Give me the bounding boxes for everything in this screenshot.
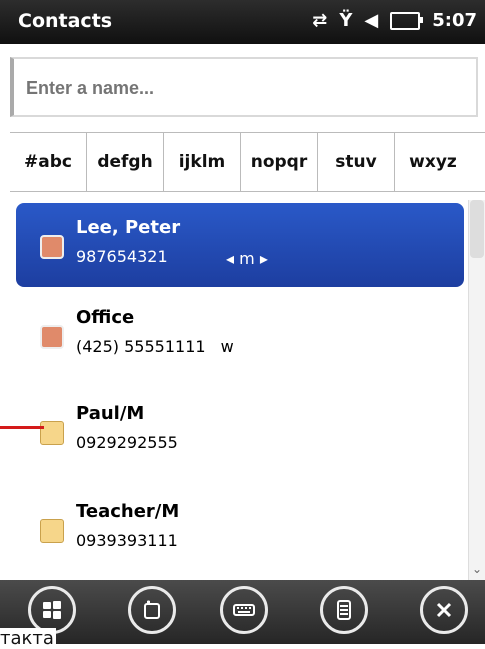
keyboard-icon[interactable] xyxy=(220,586,268,634)
close-icon[interactable] xyxy=(420,586,468,634)
tab-wxyz[interactable]: wxyz xyxy=(395,133,471,191)
tab-ijklm[interactable]: ijklm xyxy=(164,133,241,191)
contact-person-icon xyxy=(40,235,64,259)
contact-phone: 987654321 xyxy=(76,247,168,266)
phone-type-tag: w xyxy=(220,337,234,356)
contact-name: Paul/M xyxy=(76,403,145,424)
phone-type-tag: ◂ m ▸ xyxy=(226,249,268,268)
tab-defgh[interactable]: defgh xyxy=(87,133,164,191)
contact-name: Teacher/M xyxy=(76,501,180,522)
chevron-down-icon[interactable]: ⌄ xyxy=(469,562,485,580)
signal-icon: Ÿ xyxy=(339,9,353,31)
contact-row-office[interactable]: Office (425) 55551111 w xyxy=(16,293,464,377)
contact-name: Office xyxy=(76,307,135,328)
contact-row-teacher[interactable]: Teacher/M 0939393111 xyxy=(16,487,464,571)
contact-phone: 0939393111 xyxy=(76,531,178,550)
caption-text: такта xyxy=(0,628,56,649)
tab-abc[interactable]: #abc xyxy=(10,133,87,191)
contact-phone: 0929292555 xyxy=(76,433,178,452)
left-arrow-icon[interactable]: ◂ xyxy=(226,249,234,268)
windows-start-icon[interactable] xyxy=(28,586,76,634)
annotation-line xyxy=(0,426,44,429)
contact-row-lee-peter[interactable]: Lee, Peter 987654321 ◂ m ▸ xyxy=(16,203,464,287)
search-box[interactable] xyxy=(10,57,485,117)
new-contact-icon[interactable] xyxy=(128,586,176,634)
contact-name: Lee, Peter xyxy=(76,217,181,238)
bottom-toolbar xyxy=(0,580,485,644)
scrollbar-thumb[interactable] xyxy=(470,200,484,258)
tab-stuv[interactable]: stuv xyxy=(318,133,395,191)
contact-row-paul[interactable]: Paul/M 0929292555 xyxy=(16,389,464,473)
app-title: Contacts xyxy=(18,10,113,32)
contact-person-icon xyxy=(40,325,64,349)
volume-icon: ◀ xyxy=(364,9,379,31)
sim-contact-icon xyxy=(40,519,64,543)
status-icons: ⇄ Ÿ ◀ 5:07 xyxy=(312,10,477,31)
alphabet-tabs: #abc defgh ijklm nopqr stuv wxyz xyxy=(10,132,485,192)
list-scrollbar[interactable]: ⌄ xyxy=(468,200,485,580)
right-arrow-icon[interactable]: ▸ xyxy=(260,249,268,268)
top-status-bar: Contacts ⇄ Ÿ ◀ 5:07 xyxy=(0,0,485,44)
time-display: 5:07 xyxy=(432,10,477,31)
network-sync-icon: ⇄ xyxy=(312,9,328,31)
menu-icon[interactable] xyxy=(320,586,368,634)
battery-icon xyxy=(390,11,424,30)
sim-contact-icon xyxy=(40,421,64,445)
contact-list: Lee, Peter 987654321 ◂ m ▸ Office (425) … xyxy=(0,195,485,585)
search-input[interactable] xyxy=(14,59,485,117)
tab-nopqr[interactable]: nopqr xyxy=(241,133,318,191)
contact-phone: (425) 55551111 w xyxy=(76,337,234,356)
